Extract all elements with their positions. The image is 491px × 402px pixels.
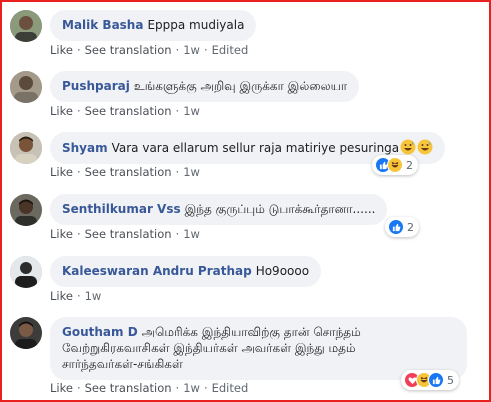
comment-author[interactable]: Malik Basha bbox=[62, 18, 143, 32]
separator-dot: · bbox=[175, 227, 180, 241]
comment-actions: Like · See translation · 1w bbox=[50, 165, 200, 179]
comment-author[interactable]: Kaleeswaran Andru Prathap bbox=[62, 264, 252, 278]
comment-bubble: Pushparaj உங்களுக்கு அறிவு இருக்கா இல்லைய… bbox=[50, 71, 360, 102]
timestamp[interactable]: 1w bbox=[85, 289, 102, 303]
like-button[interactable]: Like bbox=[50, 381, 73, 395]
separator-dot: · bbox=[175, 165, 180, 179]
timestamp[interactable]: 1w bbox=[183, 43, 200, 57]
reaction-summary[interactable]: 2 bbox=[372, 155, 418, 175]
comment-actions: Like · See translation · 1w · Edited bbox=[50, 43, 248, 57]
edited-label[interactable]: Edited bbox=[212, 381, 249, 395]
separator-dot: · bbox=[76, 289, 81, 303]
separator-dot: · bbox=[76, 165, 81, 179]
comment-author[interactable]: Pushparaj bbox=[62, 79, 130, 93]
comment-text-line: Goutham D அமெரிக்க இந்தியாவிற்கு தான் சொந… bbox=[62, 324, 455, 340]
timestamp[interactable]: 1w bbox=[183, 381, 200, 395]
comment-author[interactable]: Shyam bbox=[62, 141, 108, 155]
comments-panel: Malik Basha Epppa mudiyala Like · See trans… bbox=[0, 0, 491, 402]
avatar[interactable] bbox=[10, 256, 42, 288]
separator-dot: · bbox=[175, 381, 180, 395]
like-button[interactable]: Like bbox=[50, 104, 73, 118]
comment-author[interactable]: Senthilkumar Vss bbox=[62, 202, 181, 216]
comment-actions: Like · See translation · 1w bbox=[50, 227, 200, 241]
see-translation-link[interactable]: See translation bbox=[85, 104, 172, 118]
like-button[interactable]: Like bbox=[50, 289, 73, 303]
avatar[interactable] bbox=[10, 71, 42, 103]
separator-dot: · bbox=[76, 381, 81, 395]
comment-text: அமெரிக்க இந்தியாவிற்கு தான் சொந்தம் bbox=[141, 325, 361, 339]
edited-label[interactable]: Edited bbox=[212, 43, 249, 57]
reaction-summary[interactable]: 5 bbox=[401, 370, 459, 390]
like-button[interactable]: Like bbox=[50, 165, 73, 179]
separator-dot: · bbox=[203, 381, 208, 395]
comment-text: Vara vara ellarum sellur raja matiriye p… bbox=[111, 141, 400, 155]
comment-text: உங்களுக்கு அறிவு இருக்கா இல்லையா bbox=[133, 79, 348, 93]
comment-actions: Like · 1w bbox=[50, 289, 101, 303]
haha-reaction-icon bbox=[387, 157, 403, 173]
grinning-sweat-emoji bbox=[417, 139, 433, 155]
comment-bubble: Goutham D அமெரிக்க இந்தியாவிற்கு தான் சொந… bbox=[50, 317, 467, 380]
separator-dot: · bbox=[76, 43, 81, 57]
like-button[interactable]: Like bbox=[50, 43, 73, 57]
comment-text: Epppa mudiyala bbox=[147, 18, 245, 32]
avatar[interactable] bbox=[10, 132, 42, 164]
comment-author[interactable]: Goutham D bbox=[62, 325, 138, 339]
comment-text: Ho9oooo bbox=[255, 264, 310, 278]
see-translation-link[interactable]: See translation bbox=[85, 43, 172, 57]
comment-bubble: Malik Basha Epppa mudiyala bbox=[50, 10, 257, 41]
comment-bubble: Senthilkumar Vss இந்த குருப்பும் டுபாக்கூ… bbox=[50, 194, 388, 225]
separator-dot: · bbox=[76, 227, 81, 241]
separator-dot: · bbox=[175, 43, 180, 57]
timestamp[interactable]: 1w bbox=[183, 227, 200, 241]
reaction-summary[interactable]: 2 bbox=[385, 217, 419, 237]
see-translation-link[interactable]: See translation bbox=[85, 381, 172, 395]
comment-text: இந்த குருப்பும் டுபாக்கூர்தானா...... bbox=[184, 202, 376, 216]
reaction-count: 2 bbox=[406, 158, 413, 172]
see-translation-link[interactable]: See translation bbox=[85, 227, 172, 241]
comment-bubble: Kaleeswaran Andru Prathap Ho9oooo bbox=[50, 256, 322, 287]
separator-dot: · bbox=[203, 43, 208, 57]
separator-dot: · bbox=[76, 104, 81, 118]
grinning-sweat-emoji bbox=[400, 139, 416, 155]
comment-actions: Like · See translation · 1w · Edited bbox=[50, 381, 248, 395]
reaction-count: 5 bbox=[447, 373, 454, 387]
avatar[interactable] bbox=[10, 10, 42, 42]
like-reaction-icon bbox=[388, 219, 404, 235]
comment-text: சார்ந்தவர்கள்-சங்கிகள் bbox=[62, 357, 183, 371]
see-translation-link[interactable]: See translation bbox=[85, 165, 172, 179]
like-reaction-icon bbox=[428, 372, 444, 388]
timestamp[interactable]: 1w bbox=[183, 104, 200, 118]
comment-actions: Like · See translation · 1w bbox=[50, 104, 200, 118]
comment-text: வேற்றுகிரகவாசிகள் இந்தியர்கள் அவர்கள் இந… bbox=[62, 341, 356, 355]
like-button[interactable]: Like bbox=[50, 227, 73, 241]
reaction-count: 2 bbox=[407, 220, 414, 234]
avatar[interactable] bbox=[10, 317, 42, 349]
avatar[interactable] bbox=[10, 194, 42, 226]
separator-dot: · bbox=[175, 104, 180, 118]
timestamp[interactable]: 1w bbox=[183, 165, 200, 179]
